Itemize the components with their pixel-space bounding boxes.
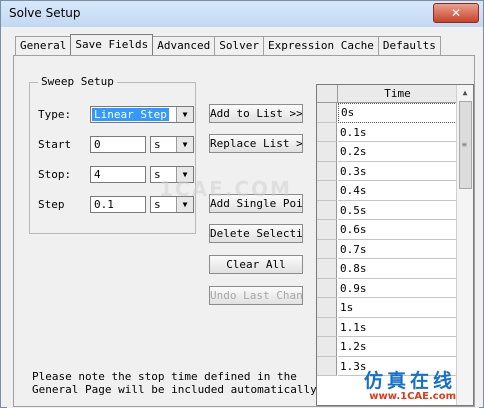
step-input[interactable]: 0.1 — [90, 196, 146, 213]
table-row[interactable]: 1.2s — [317, 337, 457, 357]
sweep-setup-group: Sweep Setup Type: Linear Step ▼ Start 0 … — [29, 75, 196, 234]
note-line-1: Please note the stop time defined in the — [32, 370, 297, 383]
row-header[interactable] — [317, 122, 337, 142]
time-cell[interactable]: 0.5s — [338, 201, 457, 220]
table-row[interactable]: 1s — [317, 298, 457, 318]
watermark: 1CAE.COM — [159, 177, 292, 201]
window-title: Solve Setup — [9, 6, 81, 20]
table-header: Time — [317, 85, 457, 103]
table-row[interactable]: 0.1s — [317, 122, 457, 142]
delete-selection-button[interactable]: Delete Selection — [209, 224, 303, 243]
stop-label: Stop: — [38, 168, 72, 181]
time-cell[interactable]: 0.4s — [338, 181, 457, 201]
row-header[interactable] — [317, 337, 337, 357]
row-header[interactable] — [317, 298, 337, 318]
table-body: 0s 0.1s 0.2s 0.3s 0.4s 0.5s 0.6s 0.7s 0.… — [317, 103, 457, 376]
tab-solver[interactable]: Solver — [214, 36, 264, 55]
tab-defaults[interactable]: Defaults — [377, 36, 441, 55]
note-line-2: General Page will be included automatica… — [32, 383, 324, 396]
time-cell[interactable]: 1.2s — [338, 337, 457, 357]
table-row[interactable]: 1.1s — [317, 317, 457, 337]
table-corner — [317, 85, 338, 103]
close-icon: ✕ — [450, 6, 462, 20]
add-to-list-button[interactable]: Add to List >> — [209, 104, 303, 123]
row-header[interactable] — [317, 239, 337, 259]
save-fields-panel: Sweep Setup Type: Linear Step ▼ Start 0 … — [13, 55, 475, 407]
row-header[interactable] — [317, 161, 337, 181]
start-label: Start — [38, 138, 72, 151]
arrow-up-icon[interactable]: ▲ — [457, 85, 473, 101]
row-header[interactable] — [317, 220, 337, 240]
row-header[interactable] — [317, 356, 337, 376]
tab-advanced[interactable]: Advanced — [152, 36, 216, 55]
time-cell[interactable]: 1s — [338, 298, 457, 318]
chevron-down-icon[interactable]: ▼ — [176, 137, 193, 152]
start-unit-value: s — [154, 138, 161, 151]
time-cell[interactable]: 1.1s — [338, 318, 457, 337]
chevron-down-icon[interactable]: ▼ — [176, 107, 193, 122]
row-header[interactable] — [317, 200, 337, 220]
row-header[interactable] — [317, 142, 337, 162]
sweep-setup-legend: Sweep Setup — [38, 75, 117, 88]
dialog-body: General Save Fields Advanced Solver Expr… — [7, 28, 479, 408]
brand-logo: 仿真在线 www.1CAE.com — [364, 371, 456, 403]
brand-name: 仿真在线 — [364, 370, 457, 392]
table-row[interactable]: 0.2s — [317, 142, 457, 162]
table-row[interactable]: 0.4s — [317, 181, 457, 201]
row-header[interactable] — [317, 181, 337, 201]
start-unit-select[interactable]: s ▼ — [150, 136, 194, 153]
undo-last-change-button[interactable]: Undo Last Change — [209, 286, 303, 305]
solve-setup-window: Solve Setup ✕ General Save Fields Advanc… — [0, 0, 484, 408]
time-cell[interactable]: 0.6s — [338, 220, 457, 240]
table-row[interactable]: 0.9s — [317, 278, 457, 298]
row-header[interactable] — [317, 278, 337, 298]
clear-all-button[interactable]: Clear All — [209, 255, 303, 274]
table-row[interactable]: 0.8s — [317, 259, 457, 279]
row-header[interactable] — [317, 317, 337, 337]
time-list-table[interactable]: Time 0s 0.1s 0.2s 0.3s 0.4s 0.5s 0.6s 0.… — [316, 84, 474, 406]
start-input[interactable]: 0 — [90, 136, 146, 153]
close-button[interactable]: ✕ — [433, 3, 479, 23]
table-row[interactable]: 0.5s — [317, 200, 457, 220]
time-cell[interactable]: 0.8s — [338, 259, 457, 279]
row-header[interactable] — [317, 103, 337, 123]
title-bar[interactable]: Solve Setup ✕ — [1, 1, 483, 27]
table-row[interactable]: 0s — [317, 103, 457, 123]
vertical-scrollbar[interactable]: ▲ ≡ — [456, 85, 473, 405]
table-row[interactable]: 0.3s — [317, 161, 457, 181]
brand-url: www.1CAE.com — [369, 391, 457, 402]
step-label: Step — [38, 198, 65, 211]
time-cell[interactable]: 0.3s — [338, 162, 457, 181]
grip-icon: ≡ — [462, 140, 467, 149]
time-cell[interactable]: 0.2s — [338, 142, 457, 162]
time-cell[interactable]: 0.1s — [338, 123, 457, 142]
time-column-header[interactable]: Time — [338, 85, 457, 103]
type-label: Type: — [38, 108, 72, 121]
stop-time-note: Please note the stop time defined in the… — [32, 370, 323, 396]
time-cell[interactable]: 0.7s — [338, 240, 457, 259]
table-row[interactable]: 0.7s — [317, 239, 457, 259]
scrollbar-thumb[interactable]: ≡ — [459, 101, 472, 189]
tab-strip: General Save Fields Advanced Solver Expr… — [15, 34, 441, 56]
table-row[interactable]: 0.6s — [317, 220, 457, 240]
replace-list-button[interactable]: Replace List >> — [209, 134, 303, 153]
tab-expression-cache[interactable]: Expression Cache — [262, 36, 379, 55]
stop-input[interactable]: 4 — [90, 166, 146, 183]
type-select-value: Linear Step — [92, 108, 169, 121]
time-cell[interactable]: 0s — [338, 103, 457, 123]
tab-general[interactable]: General — [15, 36, 72, 55]
type-select[interactable]: Linear Step ▼ — [90, 106, 194, 123]
time-cell[interactable]: 0.9s — [338, 279, 457, 298]
tab-save-fields[interactable]: Save Fields — [70, 34, 154, 55]
row-header[interactable] — [317, 259, 337, 279]
